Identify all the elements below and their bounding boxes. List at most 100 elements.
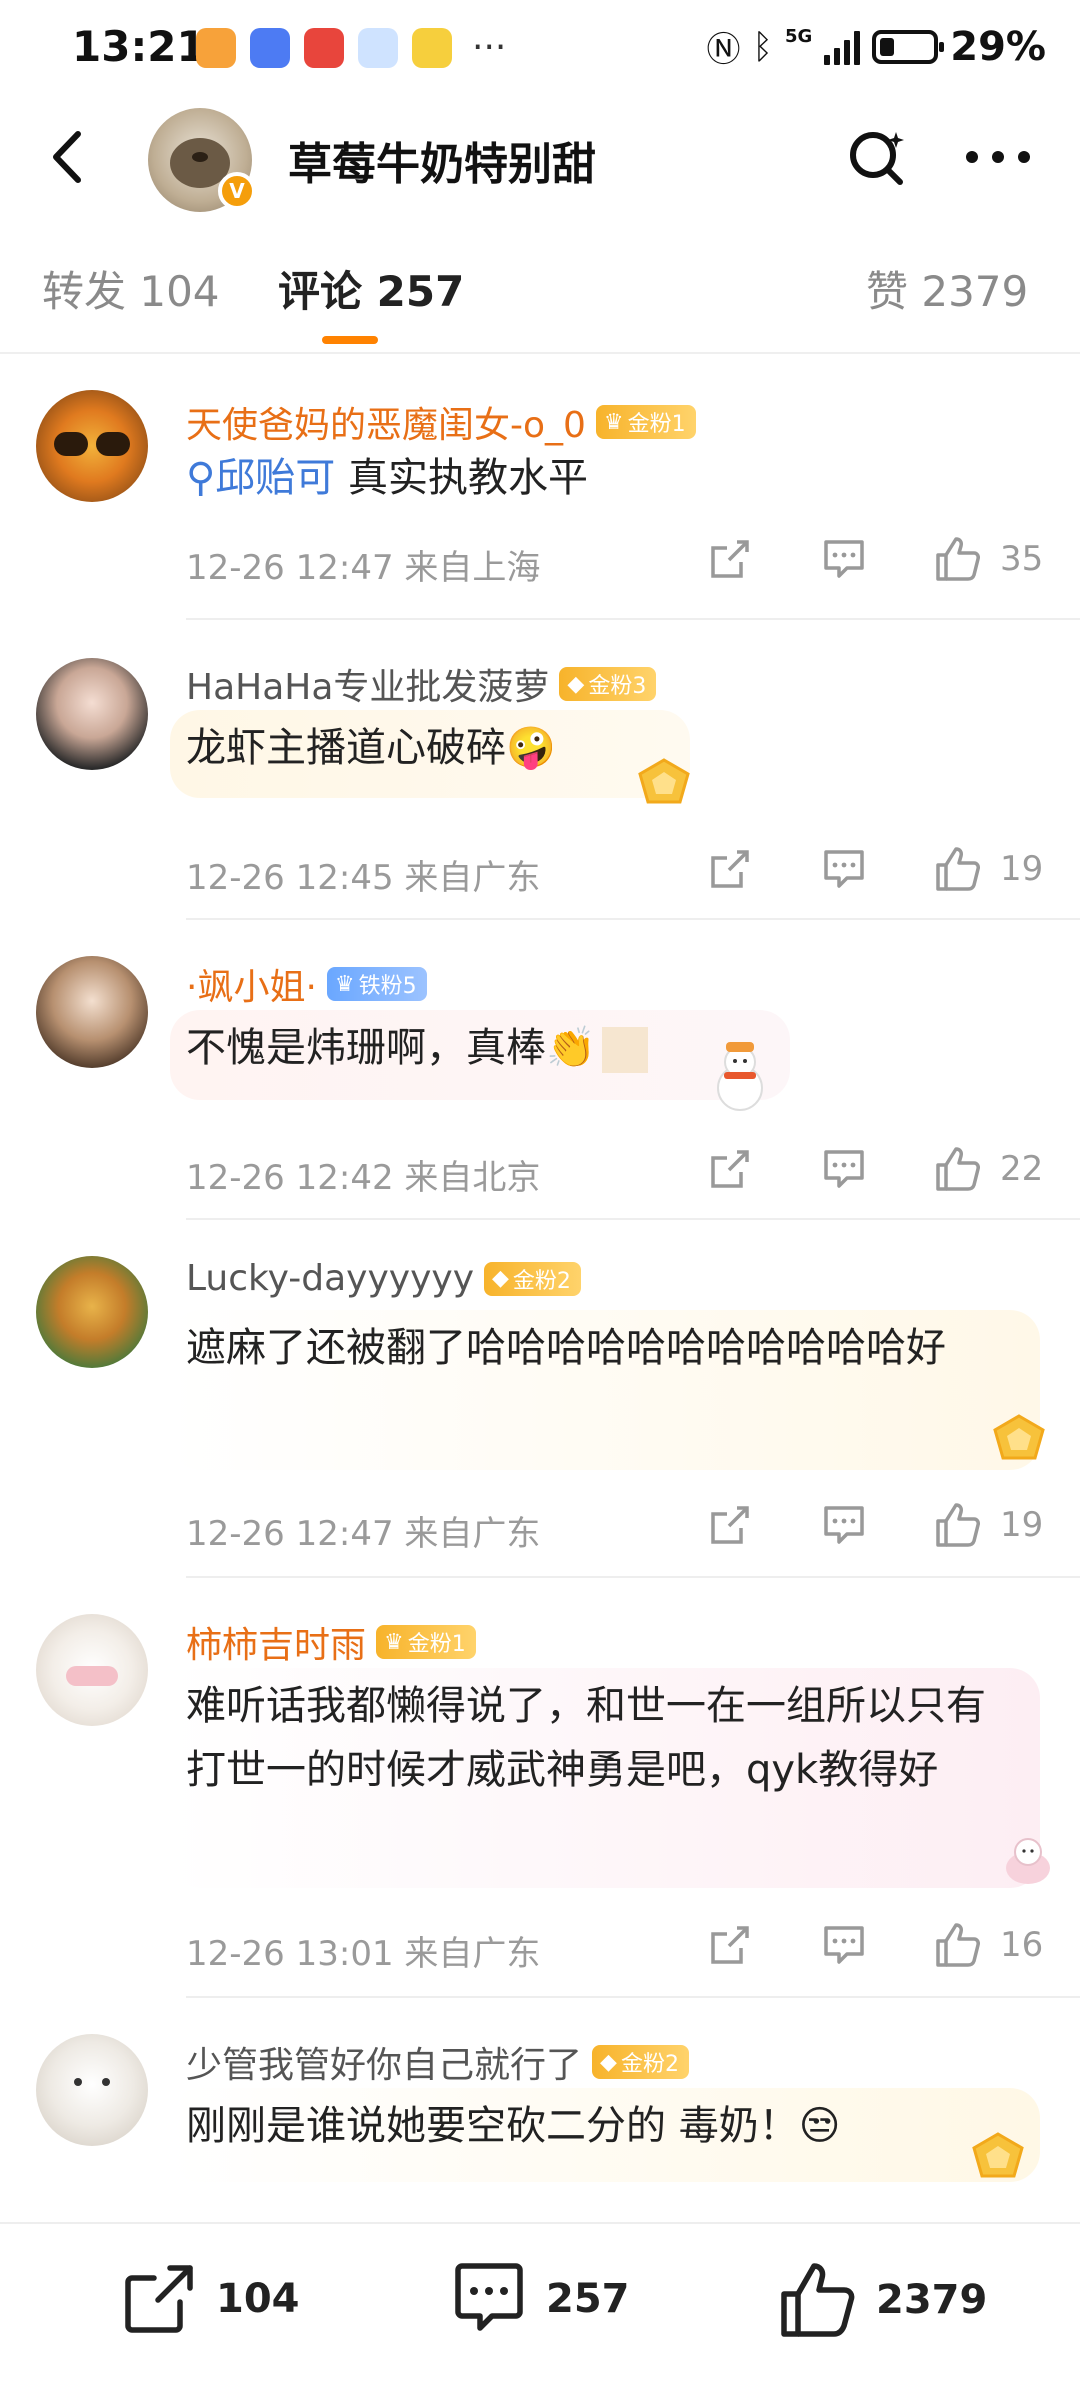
search-button[interactable] <box>842 122 912 192</box>
reply-button[interactable] <box>814 1920 874 1970</box>
bottom-action-bar: 104 257 2379 <box>0 2222 1080 2400</box>
like-icon <box>936 537 980 581</box>
reply-icon <box>455 2263 523 2331</box>
fan-level-label: 金粉1 <box>407 1632 466 1657</box>
share-icon <box>711 1506 749 1544</box>
app-notification-icon <box>250 28 290 68</box>
like-count: 22 <box>1000 1149 1044 1189</box>
fan-level-badge: ◆ 金粉2 <box>592 2045 689 2079</box>
share-icon <box>711 1150 749 1188</box>
like-icon <box>781 2263 855 2337</box>
share-icon <box>711 850 749 888</box>
commenter-avatar[interactable] <box>36 1256 148 1368</box>
top-header: V 草莓牛奶特别甜 <box>0 100 1080 220</box>
comment-text: 遮麻了还被翻了哈哈哈哈哈哈哈哈哈哈哈好 <box>186 1316 1006 1380</box>
fan-level-label: 金粉3 <box>588 674 647 699</box>
share-button[interactable] <box>700 1144 760 1194</box>
share-icon <box>125 2265 193 2333</box>
comment-body: 难听话我都懒得说了，和世一在一组所以只有打世一的时候才威武神勇是吧，qyk教得好 <box>186 1683 986 1793</box>
reply-button[interactable] <box>814 1500 874 1550</box>
status-time: 13:21 <box>72 22 206 71</box>
comment-text: ⚲邱贻可 真实执教水平 <box>186 446 1026 510</box>
fan-level-label: 金粉2 <box>620 2052 679 2077</box>
divider <box>186 1576 1080 1578</box>
divider <box>186 1996 1080 1998</box>
reply-icon <box>824 1506 864 1544</box>
bluetooth-icon: ᛒ <box>752 26 773 67</box>
gold-badge-sticker <box>988 1412 1050 1464</box>
like-button[interactable] <box>928 534 988 584</box>
commenter-avatar[interactable] <box>36 390 148 502</box>
fan-level-label: 金粉2 <box>512 1268 571 1294</box>
comment-text: 龙虾主播道心破碎🤪 <box>186 716 1026 780</box>
share-button[interactable] <box>700 534 760 584</box>
divider <box>0 352 1080 354</box>
comment-text: 刚刚是谁说她要空砍二分的 毒奶！😒 <box>186 2094 1026 2158</box>
like-count: 19 <box>1000 849 1044 889</box>
comment-location: 来自上海 <box>404 548 541 588</box>
like-button[interactable]: 2379 <box>778 2260 987 2340</box>
commenter-avatar[interactable] <box>36 956 148 1068</box>
comment-location: 来自广东 <box>404 858 541 898</box>
tab-comments[interactable]: 评论 257 <box>278 258 464 319</box>
comment-date: 12-26 12:47 <box>186 1514 394 1554</box>
back-button[interactable] <box>34 122 104 192</box>
battery-icon <box>872 29 945 64</box>
commenter-name[interactable]: 天使爸妈的恶魔闺女-o_0 <box>186 396 586 448</box>
more-button[interactable] <box>958 122 1038 192</box>
share-button[interactable] <box>700 1500 760 1550</box>
commenter-name[interactable]: 少管我管好你自己就行了 <box>186 2036 582 2088</box>
like-count: 19 <box>1000 1505 1044 1545</box>
like-button[interactable] <box>928 1144 988 1194</box>
tab-reposts[interactable]: 转发 104 <box>42 258 220 319</box>
commenter-avatar[interactable] <box>36 1614 148 1726</box>
status-bar: 13:21 ··· Ⓝ ᛒ 5G 29% <box>0 0 1080 100</box>
comment-body: 龙虾主播道心破碎 <box>186 725 506 771</box>
author-name[interactable]: 草莓牛奶特别甜 <box>288 128 596 192</box>
notification-icons: ··· <box>196 28 506 68</box>
comment-date: 12-26 13:01 <box>186 1934 394 1974</box>
comment-text: 不愧是炜珊啊，真棒👏 <box>186 1016 1026 1080</box>
comment-body: 不愧是炜珊啊，真棒 <box>186 1025 546 1071</box>
comment-meta: 12-26 13:01 来自广东 <box>186 1926 540 1975</box>
reply-button[interactable] <box>814 534 874 584</box>
mention-search-icon: ⚲ <box>186 455 216 501</box>
commenter-avatar[interactable] <box>36 2034 148 2146</box>
reply-icon <box>824 1150 864 1188</box>
reply-button[interactable] <box>814 844 874 894</box>
battery-percent: 29% <box>950 23 1046 70</box>
like-button[interactable] <box>928 844 988 894</box>
comment-meta: 12-26 12:47 来自上海 <box>186 540 540 589</box>
commenter-avatar[interactable] <box>36 658 148 770</box>
commenter-name[interactable]: ·飒小姐· <box>186 958 317 1010</box>
share-button[interactable] <box>700 844 760 894</box>
crown-icon: ◆ <box>600 2049 617 2075</box>
crown-icon: ♛ <box>603 409 624 435</box>
comment-location: 来自北京 <box>404 1158 541 1198</box>
share-button[interactable] <box>700 1920 760 1970</box>
repost-button[interactable]: 104 <box>120 2260 300 2338</box>
network-type: 5G <box>784 26 813 47</box>
crown-icon: ♛ <box>384 1629 404 1655</box>
active-tab-indicator <box>322 336 378 344</box>
comment-button[interactable]: 257 <box>450 2260 630 2338</box>
like-button[interactable] <box>928 1920 988 1970</box>
share-icon <box>711 1926 749 1964</box>
mention-link[interactable]: 邱贻可 <box>215 455 335 501</box>
divider <box>186 1218 1080 1220</box>
commenter-name[interactable]: HaHaHa专业批发菠萝 <box>186 658 549 710</box>
divider <box>186 618 1080 620</box>
tab-likes[interactable]: 赞 2379 <box>866 258 1028 319</box>
like-button[interactable] <box>928 1500 988 1550</box>
comment-meta: 12-26 12:42 来自北京 <box>186 1150 540 1199</box>
fan-level-label: 金粉1 <box>627 412 686 437</box>
reply-button[interactable] <box>814 1144 874 1194</box>
commenter-name[interactable]: 柿柿吉时雨 <box>186 1616 366 1668</box>
app-notification-icon <box>196 28 236 68</box>
back-icon <box>53 131 81 183</box>
commenter-name[interactable]: Lucky-dayyyyyy <box>186 1258 474 1299</box>
gold-badge-sticker <box>968 2130 1028 2182</box>
more-icon <box>966 151 1030 163</box>
comment-count: 257 <box>546 2276 630 2322</box>
crown-icon: ♛ <box>334 971 355 997</box>
